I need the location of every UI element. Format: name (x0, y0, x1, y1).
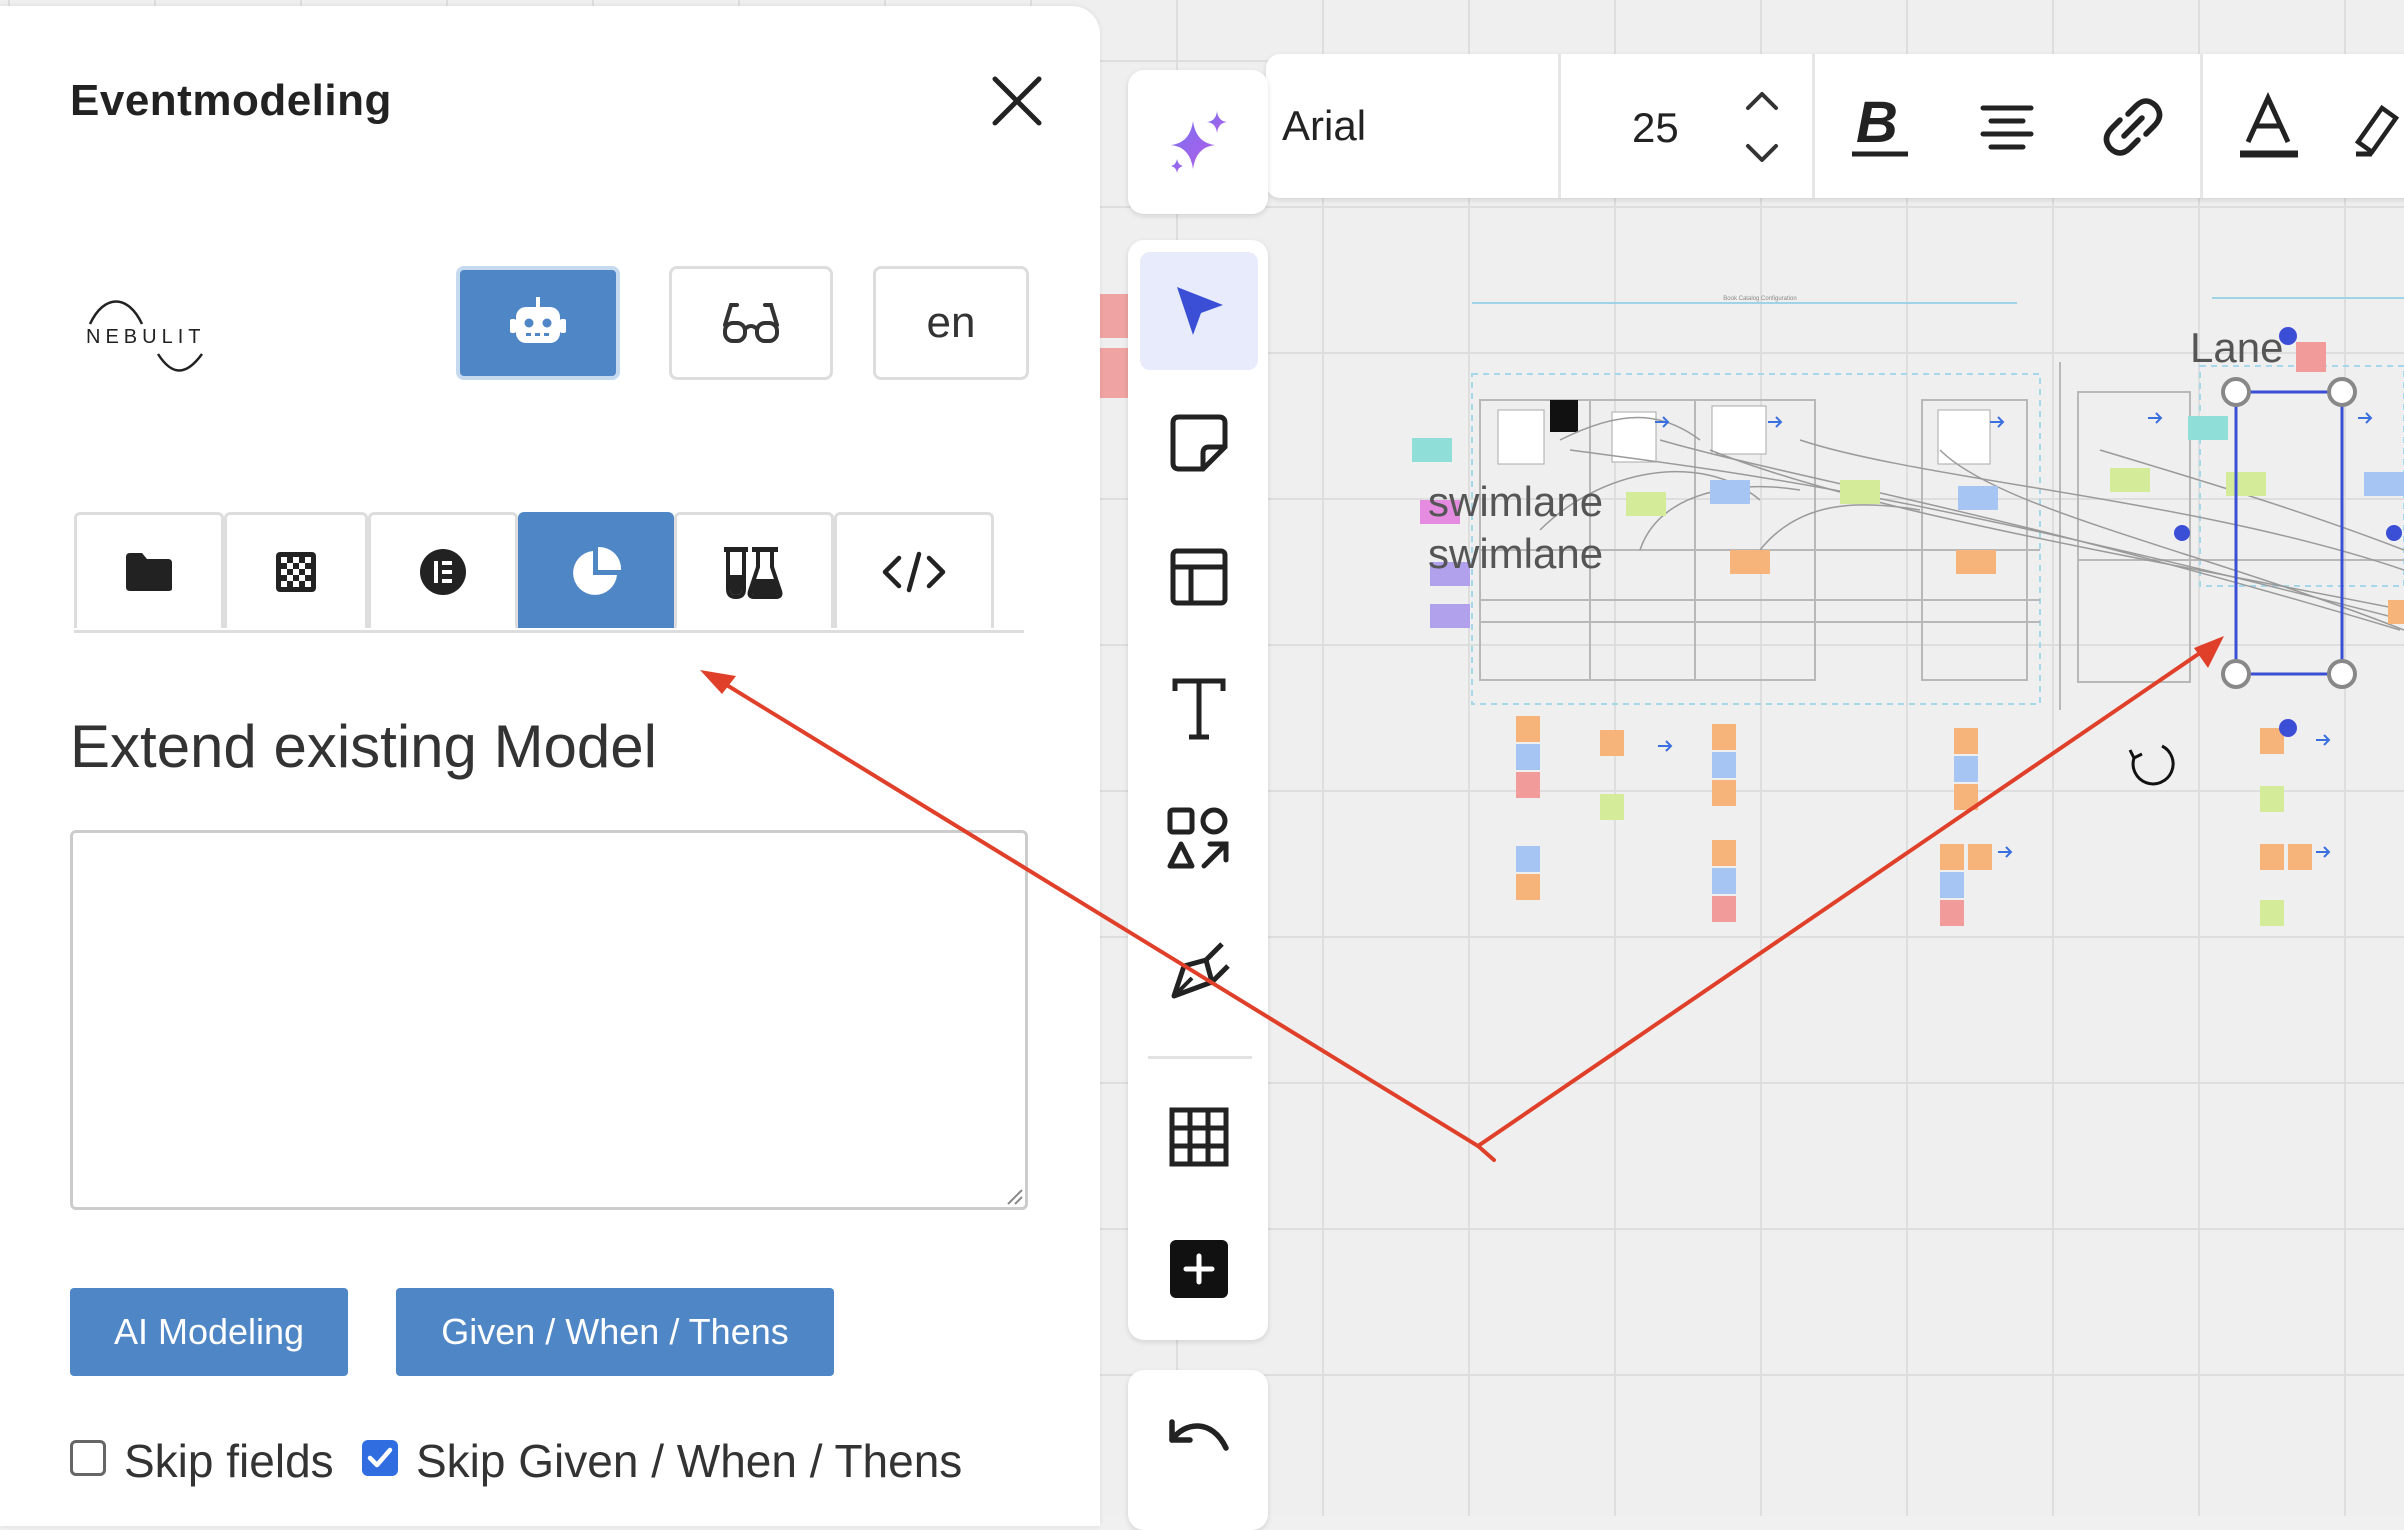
skip-fields-checkbox[interactable] (70, 1440, 106, 1476)
given-when-thens-button[interactable]: Given / When / Thens (396, 1288, 834, 1376)
link-icon (2103, 98, 2163, 156)
tab-elementor[interactable] (368, 512, 518, 628)
lane-label: Lane (2190, 324, 2284, 371)
chevron-down-icon (1746, 144, 1778, 162)
sticky-note-icon (1170, 414, 1228, 472)
sticky-note[interactable] (1100, 294, 1128, 338)
undo-icon (1169, 1419, 1229, 1451)
text-icon (1172, 678, 1226, 740)
elementor-icon (420, 548, 466, 595)
flask-icon (724, 546, 783, 599)
skip-gwt-label[interactable]: Skip Given / When / Thens (416, 1434, 962, 1488)
close-icon (992, 76, 1042, 126)
tab-analytics[interactable] (518, 512, 674, 628)
toolbar-divider (2200, 54, 2203, 198)
robot-icon (510, 297, 566, 343)
swimlane-label-2: swimlane (1428, 530, 1604, 577)
checkerboard-icon (276, 551, 316, 592)
pen-icon (1171, 942, 1230, 999)
toolbar-divider (1558, 54, 1561, 198)
sidebar-divider (1148, 1056, 1252, 1059)
shapes-icon (1167, 807, 1229, 869)
sticky-note[interactable] (1100, 348, 1128, 398)
ai-assistant-button[interactable] (456, 266, 620, 380)
add-more-tool[interactable] (1140, 1210, 1258, 1328)
text-color-icon (2240, 92, 2298, 158)
code-icon (882, 551, 946, 592)
bold-icon: B (1852, 92, 1908, 157)
sticky-note-tool[interactable] (1140, 384, 1258, 502)
template-tool[interactable] (1140, 518, 1258, 636)
eventmodeling-panel: Eventmodeling NEBULIT en Extend existing… (0, 6, 1100, 1526)
ai-sparkle-button[interactable] (1128, 70, 1268, 214)
font-size-value[interactable]: 25 (1632, 104, 1679, 152)
chevron-up-icon (1746, 92, 1778, 110)
panel-title: Eventmodeling (70, 76, 392, 125)
swimlane-label-1: swimlane (1428, 478, 1604, 525)
table-icon (1169, 1107, 1229, 1167)
pie-chart-icon (573, 546, 622, 595)
tab-code[interactable] (834, 512, 994, 628)
text-tool[interactable] (1140, 650, 1258, 768)
pen-tool[interactable] (1140, 912, 1258, 1030)
tiny-title: Book Catalog Configuration (1723, 296, 1796, 302)
glasses-icon (723, 303, 779, 343)
select-tool[interactable] (1140, 252, 1258, 370)
sparkle-icon (1171, 111, 1227, 173)
font-size-stepper[interactable] (1742, 86, 1782, 168)
logo-text: NEBULIT (86, 326, 206, 348)
ai-modeling-button[interactable]: AI Modeling (70, 1288, 348, 1376)
align-button[interactable] (1964, 84, 2050, 170)
table-tool[interactable] (1140, 1078, 1258, 1196)
link-button[interactable] (2090, 84, 2176, 170)
svg-text:B: B (1856, 92, 1898, 155)
cursor-icon (1177, 287, 1223, 335)
toolbar-divider (1812, 54, 1815, 198)
tabs-divider (74, 630, 1024, 633)
layout-icon (1170, 548, 1228, 606)
tab-folder[interactable] (74, 512, 224, 628)
text-color-button[interactable] (2226, 84, 2312, 170)
section-title: Extend existing Model (70, 713, 657, 780)
plus-square-icon (1170, 1240, 1228, 1298)
folder-icon (126, 552, 172, 591)
close-button[interactable] (990, 74, 1044, 128)
selection-box (2174, 327, 2402, 737)
shapes-tool[interactable] (1140, 780, 1258, 898)
skip-gwt-checkbox[interactable] (362, 1440, 398, 1476)
highlight-button[interactable] (2352, 84, 2404, 170)
language-button[interactable]: en (873, 266, 1029, 380)
tab-checkerboard[interactable] (224, 512, 368, 628)
checkmark-icon (367, 1447, 393, 1468)
panel-tabs (74, 512, 1024, 634)
font-family-select[interactable]: Arial (1282, 102, 1366, 150)
bold-button[interactable]: B (1838, 84, 1924, 170)
glasses-button[interactable] (669, 266, 833, 380)
undo-button[interactable] (1140, 1380, 1258, 1498)
skip-fields-label[interactable]: Skip fields (124, 1434, 334, 1488)
resize-handle-icon[interactable] (1004, 1186, 1024, 1206)
align-center-icon (1980, 105, 2034, 150)
highlighter-icon (2354, 104, 2400, 157)
model-prompt-textarea[interactable] (70, 830, 1028, 1210)
tab-lab[interactable] (674, 512, 834, 628)
